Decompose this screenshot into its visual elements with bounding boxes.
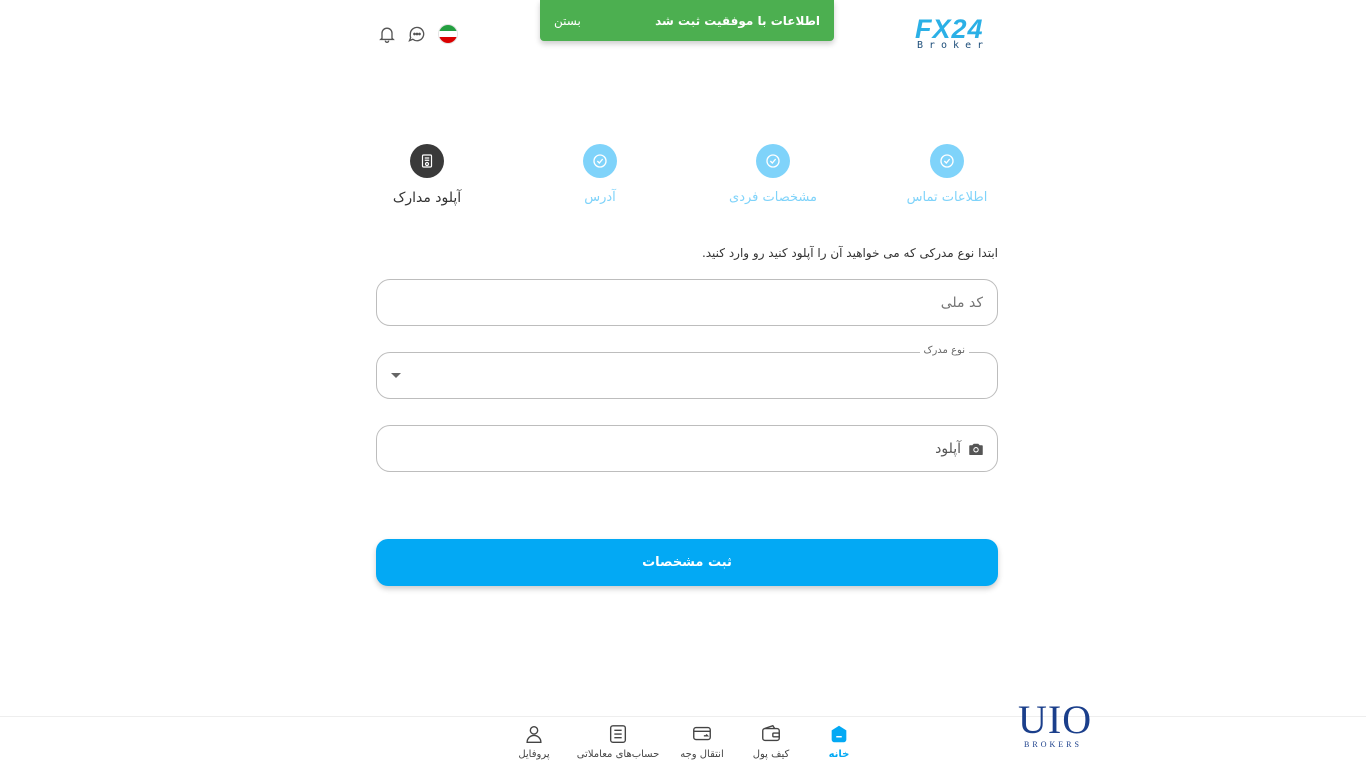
bottom-nav: خانه کیف پول انتقال وجه حساب‌های معاملات… (0, 716, 1366, 769)
step-contact-info[interactable]: اطلاعات تماس (887, 144, 1007, 205)
check-icon (756, 144, 790, 178)
step-upload-documents[interactable]: آپلود مدارک (367, 144, 487, 206)
dropdown-arrow-icon[interactable] (391, 373, 401, 378)
national-code-field[interactable] (376, 279, 998, 326)
upload-label: آپلود (935, 440, 961, 457)
document-icon (410, 144, 444, 178)
wallet-icon (762, 724, 780, 742)
check-icon (930, 144, 964, 178)
check-icon (583, 144, 617, 178)
document-type-select[interactable]: نوع مدرک (376, 345, 998, 399)
step-label: مشخصات فردی (729, 190, 817, 205)
camera-icon (969, 443, 983, 455)
document-type-legend: نوع مدرک (919, 345, 969, 356)
bell-icon[interactable] (377, 24, 397, 44)
logo-subtext: Broker (917, 40, 990, 51)
nav-label: حساب‌های معاملاتی (576, 749, 660, 760)
toast-message: اطلاعات با موفقیت ثبت شد (655, 13, 820, 28)
nav-label: پروفایل (518, 749, 550, 760)
step-label: آدرس (584, 190, 616, 205)
iran-flag-icon[interactable] (438, 24, 458, 44)
uio-brokers-logo: UIO BROKERS (1018, 697, 1093, 756)
uio-logo-text: UIO (1018, 697, 1093, 742)
submit-button[interactable]: ثبت مشخصات (376, 539, 998, 586)
toast-close-button[interactable]: بستن (554, 14, 581, 28)
nav-label: کیف پول (752, 749, 790, 760)
upload-field[interactable]: آپلود (376, 425, 998, 472)
nav-label: خانه (828, 749, 850, 760)
step-label: آپلود مدارک (392, 190, 462, 206)
brokers-logo-text: BROKERS (1024, 740, 1082, 749)
step-label: اطلاعات تماس (906, 190, 988, 205)
user-icon (526, 725, 542, 743)
step-personal-info[interactable]: مشخصات فردی (713, 144, 833, 205)
chat-icon[interactable] (407, 24, 427, 44)
nav-item-profile[interactable]: پروفایل (484, 723, 584, 760)
home-icon (831, 725, 847, 743)
national-code-input[interactable] (377, 280, 997, 325)
nav-label: انتقال وجه (680, 749, 724, 760)
success-toast: اطلاعات با موفقیت ثبت شد بستن (540, 0, 834, 41)
logo-text: FX24 (915, 14, 984, 44)
card-transfer-icon (693, 726, 711, 741)
form-instruction: ابتدا نوع مدرکی که می خواهید آن را آپلود… (701, 246, 998, 260)
fx24-logo[interactable]: FX24 Broker (915, 14, 999, 51)
accounts-list-icon (609, 725, 627, 743)
step-address[interactable]: آدرس (540, 144, 660, 205)
